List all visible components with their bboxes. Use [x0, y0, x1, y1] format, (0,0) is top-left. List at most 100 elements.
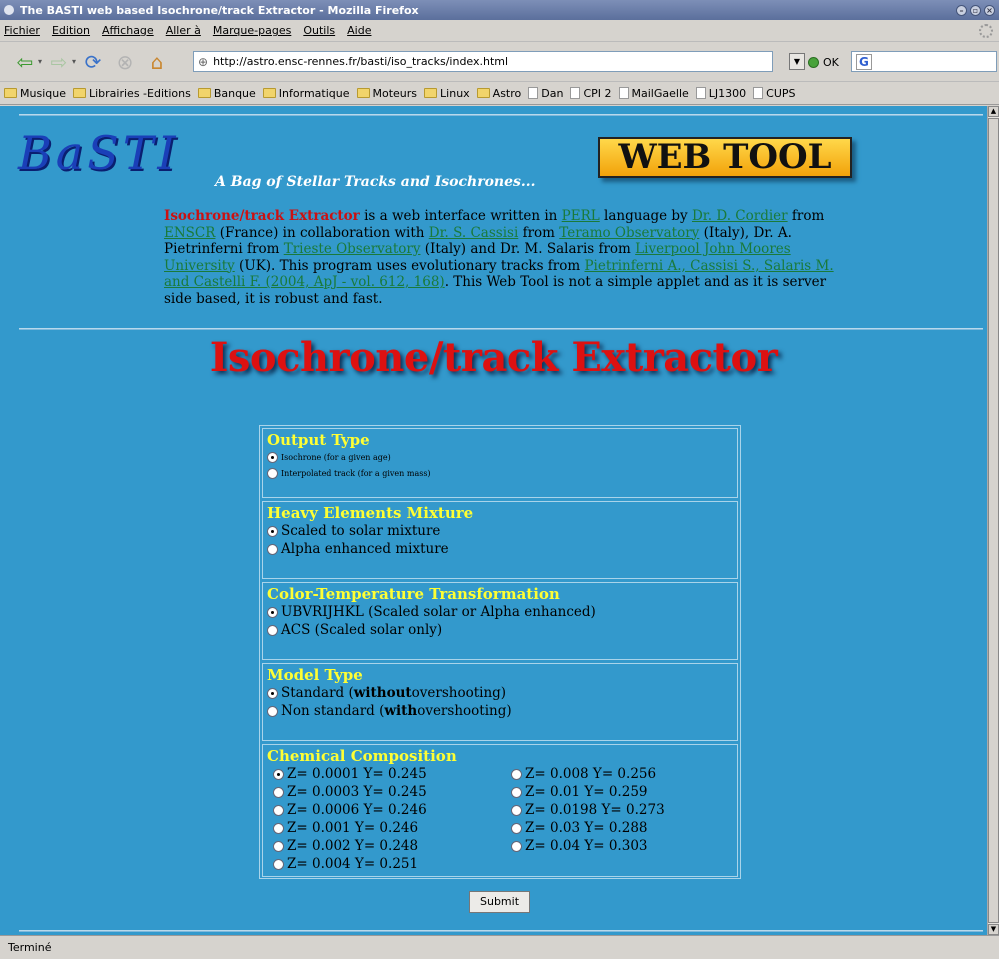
section-title: Chemical Composition [267, 747, 457, 765]
bookmark-mailgaelle[interactable]: MailGaelle [618, 87, 689, 100]
go-button[interactable]: OK [808, 53, 839, 71]
radio-button[interactable] [511, 804, 522, 816]
link-trieste[interactable]: Trieste Observatory [284, 241, 421, 257]
back-arrow-icon[interactable]: ⇦ [12, 49, 38, 75]
page-viewport: BaSTI A Bag of Stellar Tracks and Isochr… [0, 106, 987, 935]
radio-button[interactable] [267, 705, 278, 717]
intro-title: Isochrone/track Extractor [164, 208, 360, 224]
reload-icon[interactable]: ⟳ [80, 49, 106, 75]
radio-button[interactable] [511, 840, 522, 852]
composition-option[interactable]: Z= 0.0003 Y= 0.245 [267, 783, 505, 801]
radio-button[interactable] [267, 624, 278, 636]
vertical-scrollbar[interactable]: ▲ ▼ [987, 106, 999, 935]
link-enscr[interactable]: ENSCR [164, 225, 215, 241]
bookmark-librairies[interactable]: Librairies -Editions [72, 87, 191, 100]
radio-button[interactable] [273, 840, 284, 852]
link-cassisi[interactable]: Dr. S. Cassisi [429, 225, 519, 241]
folder-icon [197, 88, 211, 98]
composition-option[interactable]: Z= 0.04 Y= 0.303 [505, 837, 735, 855]
go-icon [808, 56, 819, 68]
url-dropdown-icon[interactable]: ▼ [789, 53, 805, 70]
radio-button[interactable] [511, 768, 522, 780]
color-ubvri-option[interactable]: UBVRIJHKL (Scaled solar or Alpha enhance… [267, 603, 733, 621]
stop-icon[interactable]: ⊗ [112, 49, 138, 75]
radio-button[interactable] [267, 543, 278, 555]
bookmark-cpi2[interactable]: CPI 2 [570, 87, 612, 100]
output-isochrone-option[interactable]: Isochrone (for a given age) [267, 449, 733, 465]
radio-button[interactable] [273, 858, 284, 870]
mixture-scaled-option[interactable]: Scaled to solar mixture [267, 522, 733, 540]
forward-arrow-icon[interactable]: ⇨ [46, 49, 72, 75]
bookmark-dan[interactable]: Dan [528, 87, 563, 100]
radio-button[interactable] [273, 804, 284, 816]
page-icon [570, 87, 581, 99]
folder-icon [424, 88, 438, 98]
mixture-alpha-option[interactable]: Alpha enhanced mixture [267, 540, 733, 558]
composition-option[interactable]: Z= 0.002 Y= 0.248 [267, 837, 505, 855]
composition-option[interactable]: Z= 0.0198 Y= 0.273 [505, 801, 735, 819]
menu-edition[interactable]: Edition [52, 24, 90, 37]
section-title: Output Type [267, 431, 370, 449]
bookmark-astro[interactable]: Astro [476, 87, 521, 100]
scrollbar-thumb[interactable] [988, 118, 999, 923]
color-acs-option[interactable]: ACS (Scaled solar only) [267, 621, 733, 639]
radio-button[interactable] [511, 822, 522, 834]
radio-button[interactable] [273, 822, 284, 834]
menu-marque-pages[interactable]: Marque-pages [213, 24, 291, 37]
radio-button[interactable] [267, 467, 278, 479]
radio-button[interactable] [273, 786, 284, 798]
close-button[interactable]: × [984, 4, 995, 16]
section-title: Color-Temperature Transformation [267, 585, 560, 603]
menu-fichier[interactable]: Fichier [4, 24, 40, 37]
back-dropdown-icon[interactable]: ▾ [38, 57, 42, 66]
page-icon [618, 87, 629, 99]
radio-button[interactable] [267, 606, 278, 618]
bookmark-cups[interactable]: CUPS [753, 87, 796, 100]
composition-option[interactable]: Z= 0.001 Y= 0.246 [267, 819, 505, 837]
url-input[interactable]: ⊕ http://astro.ensc-rennes.fr/basti/iso_… [193, 51, 773, 72]
folder-icon [262, 88, 276, 98]
minimize-button[interactable]: – [956, 4, 967, 16]
composition-option[interactable]: Z= 0.0001 Y= 0.245 [267, 765, 505, 783]
link-perl[interactable]: PERL [562, 208, 600, 224]
radio-button[interactable] [511, 786, 522, 798]
radio-button[interactable] [267, 525, 278, 537]
bookmark-lj1300[interactable]: LJ1300 [695, 87, 746, 100]
bookmark-linux[interactable]: Linux [424, 87, 470, 100]
composition-option[interactable]: Z= 0.004 Y= 0.251 [267, 855, 505, 873]
composition-option[interactable]: Z= 0.0006 Y= 0.246 [267, 801, 505, 819]
search-input[interactable]: G [851, 51, 997, 72]
menu-aide[interactable]: Aide [347, 24, 371, 37]
folder-icon [476, 88, 490, 98]
model-standard-option[interactable]: Standard (without overshooting) [267, 684, 733, 702]
link-cordier[interactable]: Dr. D. Cordier [692, 208, 788, 224]
composition-option[interactable]: Z= 0.03 Y= 0.288 [505, 819, 735, 837]
forward-dropdown-icon[interactable]: ▾ [72, 57, 76, 66]
radio-button[interactable] [267, 451, 278, 463]
submit-button[interactable]: Submit [469, 891, 530, 913]
folder-icon [4, 88, 17, 98]
bookmark-moteurs[interactable]: Moteurs [356, 87, 417, 100]
go-label: OK [823, 55, 839, 69]
composition-option[interactable]: Z= 0.01 Y= 0.259 [505, 783, 735, 801]
scroll-up-icon[interactable]: ▲ [988, 106, 999, 117]
radio-button[interactable] [273, 768, 284, 780]
model-nonstandard-option[interactable]: Non standard (with overshooting) [267, 702, 733, 720]
maximize-button[interactable]: ▫ [970, 4, 981, 16]
home-icon[interactable]: ⌂ [144, 49, 170, 75]
menu-aller[interactable]: Aller à [166, 24, 201, 37]
radio-button[interactable] [267, 687, 278, 699]
menu-bar: Fichier Edition Affichage Aller à Marque… [0, 20, 999, 42]
folder-icon [356, 88, 370, 98]
menu-affichage[interactable]: Affichage [102, 24, 154, 37]
bookmark-informatique[interactable]: Informatique [262, 87, 350, 100]
mixture-section: Heavy Elements Mixture Scaled to solar m… [262, 501, 738, 579]
bookmark-banque[interactable]: Banque [197, 87, 256, 100]
scroll-down-icon[interactable]: ▼ [988, 924, 999, 935]
bookmark-musique[interactable]: Musique [4, 87, 66, 100]
link-teramo[interactable]: Teramo Observatory [559, 225, 699, 241]
web-tool-banner: WEB TOOL [598, 137, 852, 178]
composition-option[interactable]: Z= 0.008 Y= 0.256 [505, 765, 735, 783]
menu-outils[interactable]: Outils [303, 24, 335, 37]
output-track-option[interactable]: Interpolated track (for a given mass) [267, 465, 733, 481]
